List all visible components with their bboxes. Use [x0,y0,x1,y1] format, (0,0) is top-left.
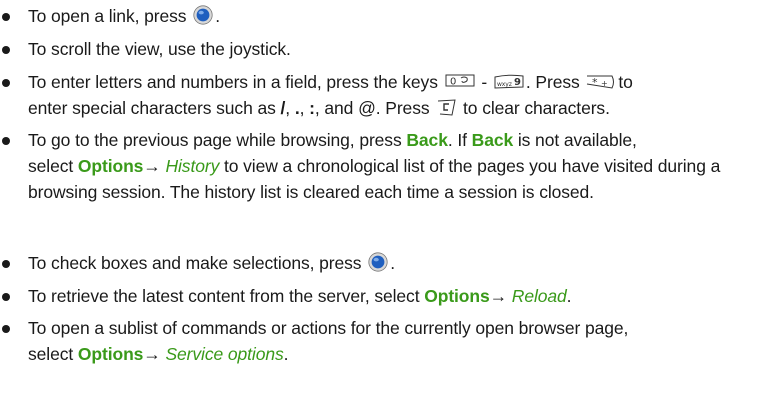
softkey-options-label: Options [77,156,144,176]
softkey-back-label: Back [406,130,448,150]
svg-text:wxyz: wxyz [497,81,512,88]
bullet-dot [2,46,10,54]
list-item-reload: To retrieve the latest content from the … [0,283,762,309]
list-item-text: To go to the previous page while browsin… [28,130,721,202]
svg-text:*: * [592,76,598,89]
list-item-check-boxes: To check boxes and make selections, pres… [0,250,762,276]
softkey-back-label: Back [471,130,514,150]
svg-text:9: 9 [514,77,521,88]
key-9-wxyz-icon: wxyz 9 [494,73,524,91]
svg-text:0: 0 [450,77,456,88]
list-item-previous-page: To go to the previous page while browsin… [0,127,762,205]
list-item-enter-text: To enter letters and numbers in a field,… [0,69,762,121]
bullet-dot [2,293,10,301]
list-item-service-options: To open a sublist of commands or actions… [0,315,762,367]
list-item-text: To retrieve the latest content from the … [28,286,572,306]
list-item-open-link: To open a link, press . [0,3,762,29]
key-clear-c-icon [436,97,456,117]
svg-text:+: + [601,79,608,88]
softkey-options-label: Options [424,286,490,306]
menu-item-history-label: History [165,156,220,176]
list-item-text: To check boxes and make selections, pres… [28,252,395,273]
list-item-text: To enter letters and numbers in a field,… [28,72,633,118]
key-0-space-icon: 0 [445,73,475,91]
instruction-document: To open a link, press . To scroll the vi… [0,0,762,398]
bullet-dot [2,325,10,333]
list-item-text: To scroll the view, use the joystick. [28,39,291,59]
menu-item-service-options-label: Service options [165,344,284,364]
key-star-icon: * + [586,73,616,91]
list-item-scroll: To scroll the view, use the joystick. [0,36,762,62]
bullet-dot [2,137,10,145]
joystick-center-icon [193,5,213,25]
bullet-dot [2,79,10,87]
joystick-center-icon [368,252,388,272]
list-item-text: To open a link, press . [28,5,220,26]
softkey-options-label: Options [77,344,144,364]
list-item-text: To open a sublist of commands or actions… [28,318,629,364]
bullet-dot [2,260,10,268]
bullet-dot [2,13,10,21]
menu-item-reload-label: Reload [511,286,567,306]
